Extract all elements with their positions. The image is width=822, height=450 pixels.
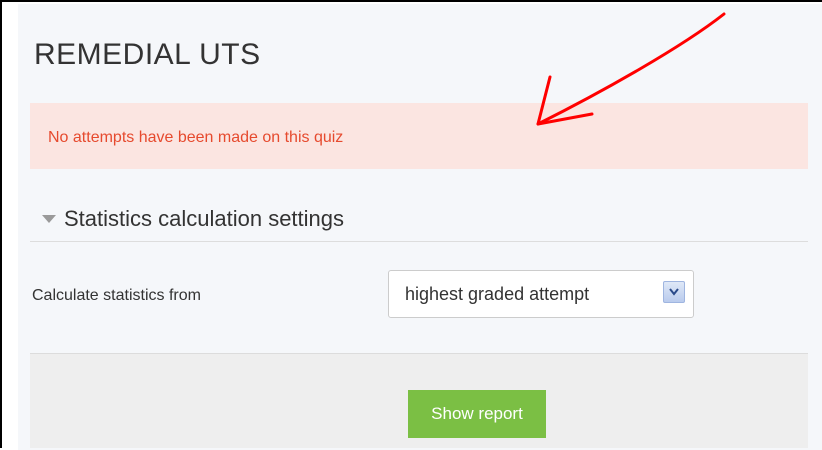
screenshot-frame: REMEDIAL UTS No attempts have been made … (0, 0, 822, 450)
red-arrow-annotation (536, 12, 726, 126)
